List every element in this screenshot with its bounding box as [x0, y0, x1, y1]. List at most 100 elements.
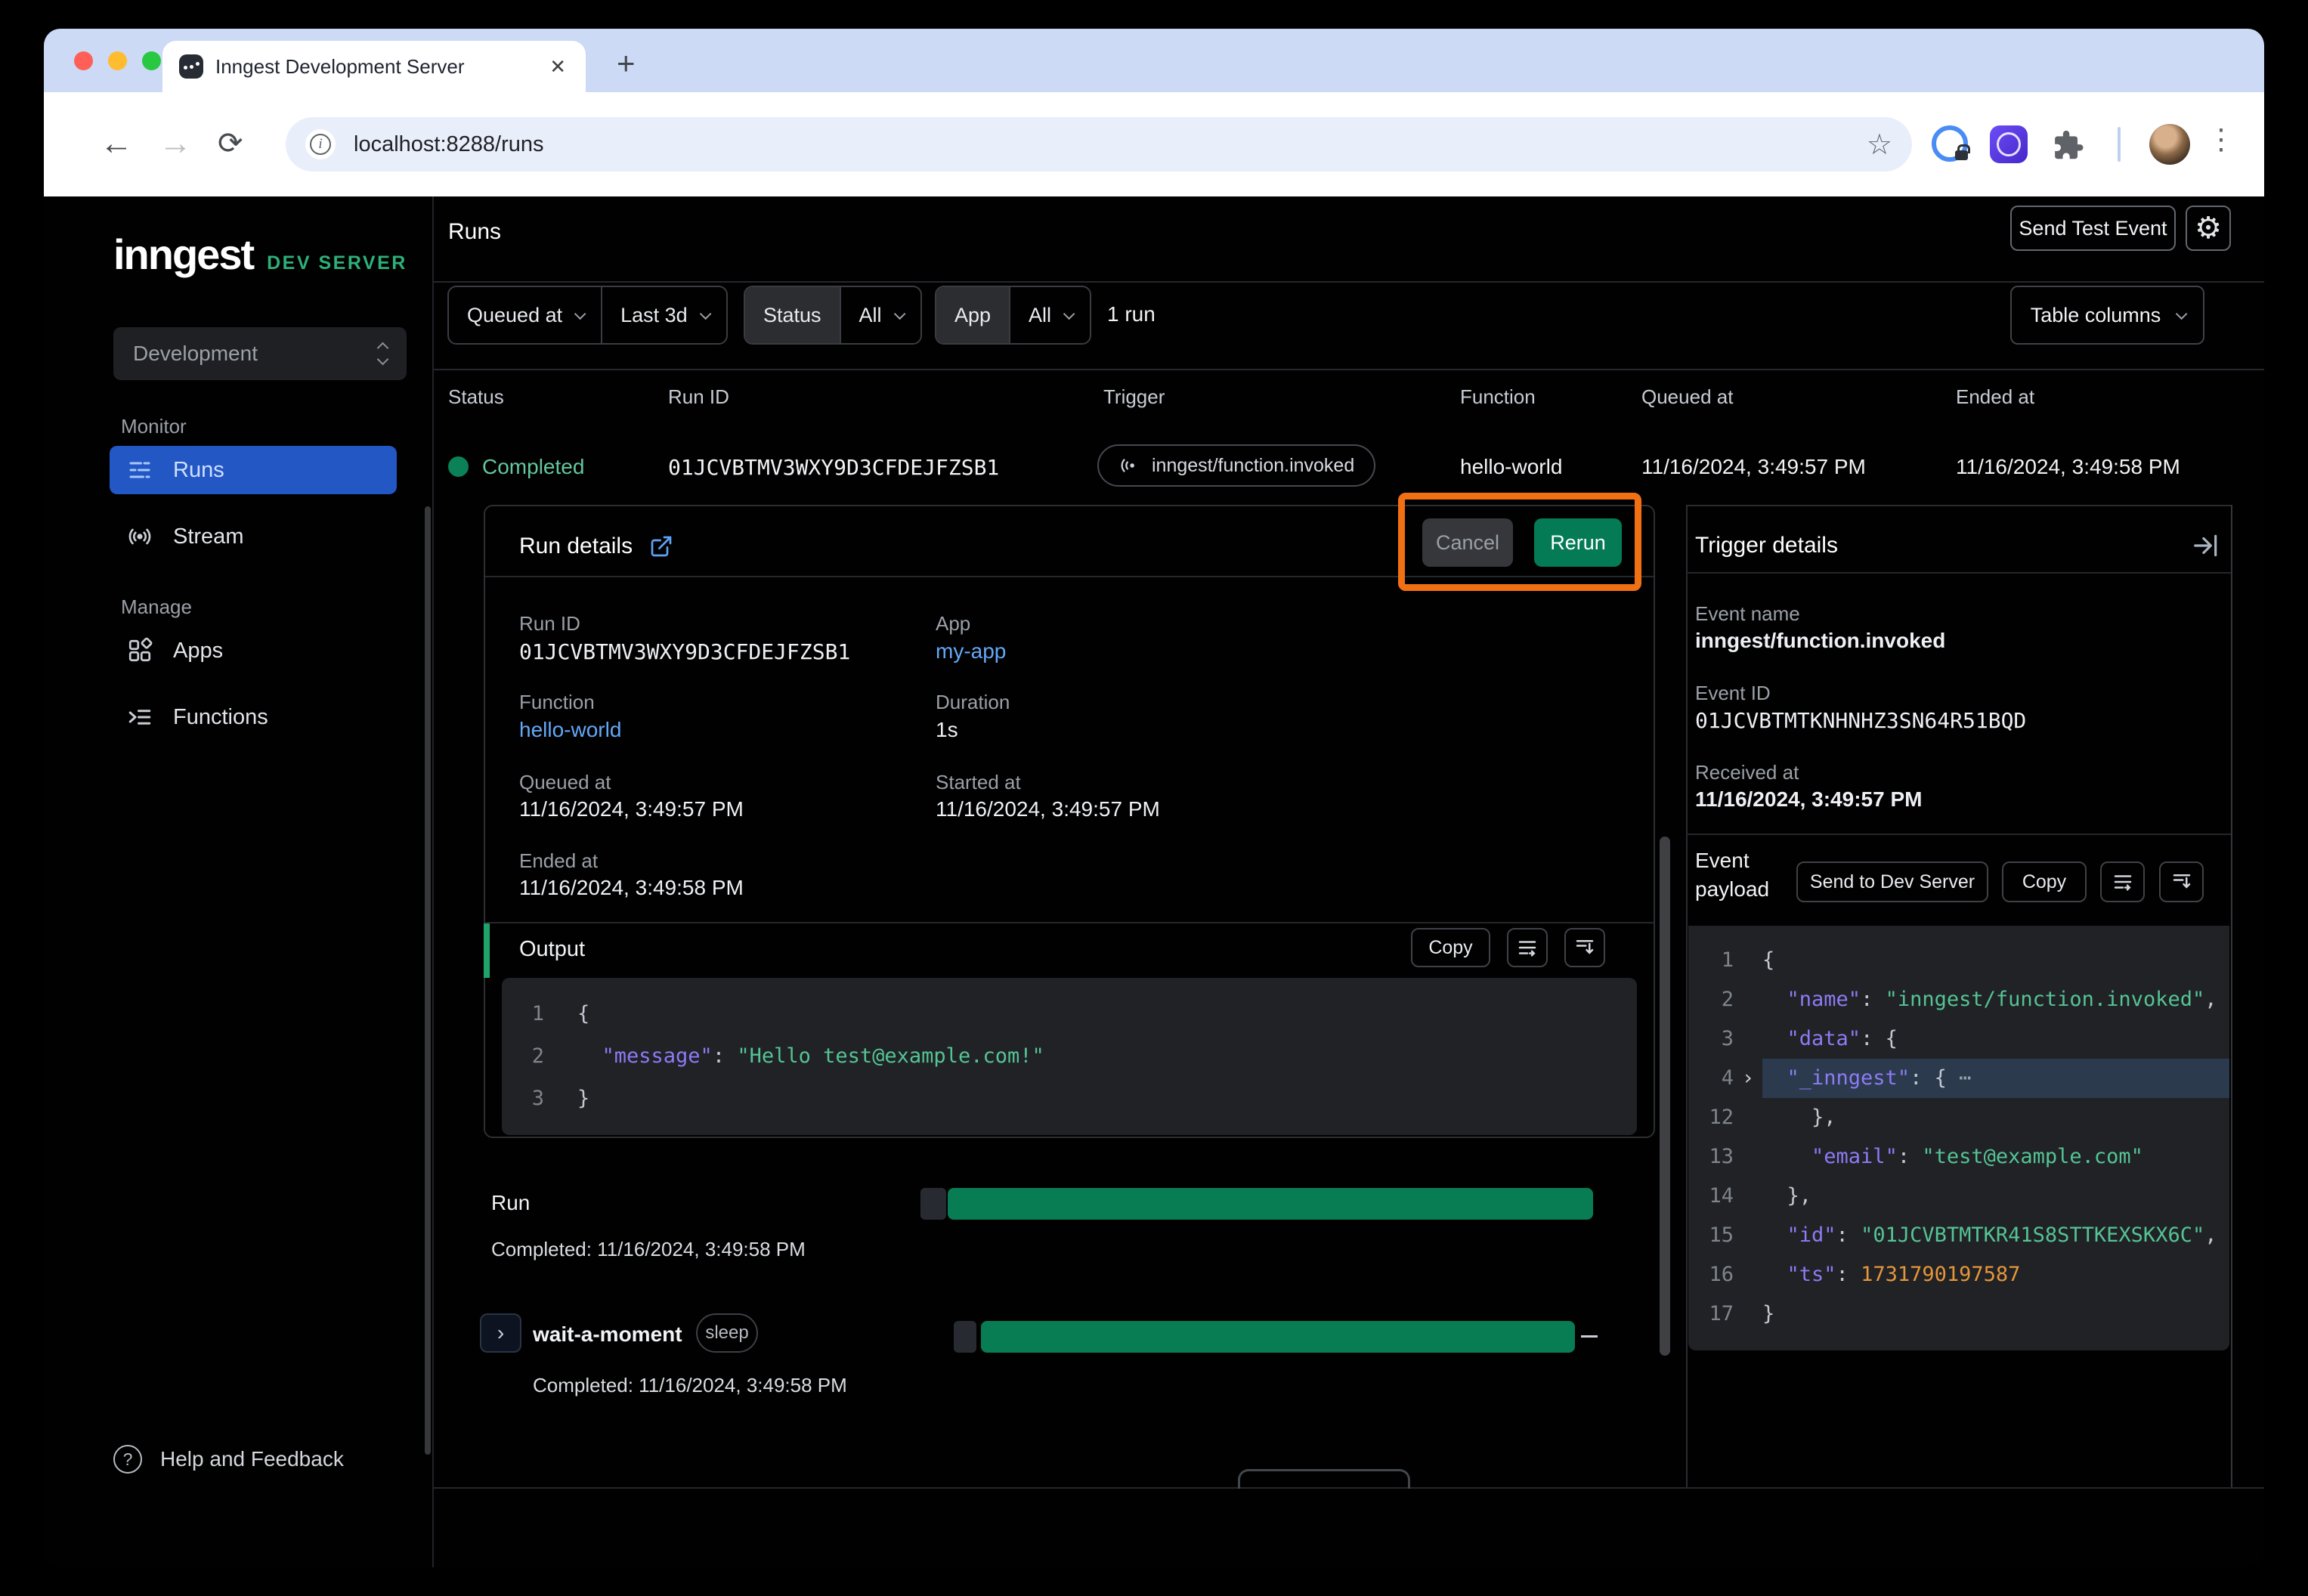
step-completed-text: Completed: 11/16/2024, 3:49:58 PM: [533, 1374, 847, 1397]
chevron-down-icon: [700, 308, 712, 320]
environment-select[interactable]: Development: [113, 327, 407, 380]
sidebar-section-manage: Manage: [121, 595, 432, 619]
chevron-down-icon: [1063, 308, 1075, 320]
run-bar-stub: [920, 1188, 946, 1220]
new-tab-button[interactable]: +: [617, 45, 636, 82]
profile-avatar[interactable]: [2149, 124, 2190, 165]
payload-divider: [1686, 834, 2231, 835]
queued-at-cell: 11/16/2024, 3:49:57 PM: [1641, 455, 1866, 479]
function-label: Function: [519, 691, 595, 714]
browser-tab[interactable]: Inngest Development Server ✕: [162, 41, 586, 92]
app-link[interactable]: my-app: [936, 639, 1006, 663]
main-content: Runs Send Test Event ⚙ Queued at Last 3d…: [434, 196, 2264, 1567]
password-manager-icon[interactable]: [1932, 125, 1968, 162]
run-id-cell: 01JCVBTMV3WXY9D3CFDEJFZSB1: [668, 455, 999, 480]
step-bar-stub: [954, 1321, 976, 1353]
run-completed-text: Completed: 11/16/2024, 3:49:58 PM: [491, 1238, 806, 1261]
received-at-label: Received at: [1695, 761, 1799, 784]
ended-at-value: 11/16/2024, 3:49:58 PM: [519, 876, 744, 900]
apps-icon: [126, 637, 153, 664]
help-and-feedback[interactable]: ? Help and Feedback: [113, 1445, 344, 1474]
panel-divider: [1686, 505, 1688, 1487]
started-at-value: 11/16/2024, 3:49:57 PM: [936, 797, 1160, 821]
chevron-down-icon: [893, 308, 905, 320]
sidebar-item-apps[interactable]: Apps: [110, 626, 397, 675]
run-details-panel: Run details Cancel Rerun Run ID 01JCVBTM…: [484, 505, 1655, 1138]
sidebar-scrollbar[interactable]: [425, 506, 431, 1455]
wrap-text-icon[interactable]: [1507, 928, 1548, 967]
trigger-pill[interactable]: inngest/function.invoked: [1097, 444, 1375, 487]
app-filter[interactable]: App All: [935, 286, 1091, 345]
partial-bottom-button[interactable]: [1238, 1469, 1410, 1489]
extension-icon[interactable]: [1990, 125, 2028, 163]
minimize-window-button[interactable]: [108, 51, 127, 70]
header-divider: [434, 281, 2264, 283]
inngest-favicon-icon: [179, 54, 203, 79]
sidebar-item-runs[interactable]: Runs: [110, 446, 397, 494]
refresh-icon[interactable]: ⟳: [218, 127, 243, 160]
bookmark-star-icon[interactable]: ☆: [1867, 128, 1892, 162]
queued-at-label: Queued at: [519, 771, 611, 794]
extensions-puzzle-icon[interactable]: [2050, 128, 2085, 163]
payload-scroll-to-bottom-icon[interactable]: [2159, 861, 2204, 902]
chevron-down-icon: [2176, 308, 2188, 320]
output-accent-bar: [484, 923, 490, 978]
step-name: wait-a-moment: [533, 1322, 682, 1347]
site-info-icon[interactable]: i: [305, 129, 336, 159]
send-to-dev-server-button[interactable]: Send to Dev Server: [1796, 861, 1988, 902]
run-id-value: 01JCVBTMV3WXY9D3CFDEJFZSB1: [519, 639, 850, 664]
status-filter-label: Status: [745, 287, 840, 343]
forward-icon[interactable]: →: [159, 127, 192, 160]
settings-gear-button[interactable]: ⚙: [2186, 206, 2231, 251]
step-timeline-bar[interactable]: [981, 1321, 1575, 1353]
back-icon[interactable]: ←: [100, 127, 133, 160]
sidebar: inngest DEV SERVER Development Monitor R…: [44, 196, 434, 1567]
ended-at-cell: 11/16/2024, 3:49:58 PM: [1956, 455, 2180, 479]
external-link-icon[interactable]: [649, 534, 673, 558]
status-filter[interactable]: Status All: [744, 286, 922, 345]
run-details-title: Run details: [519, 534, 673, 559]
expand-step-button[interactable]: ›: [480, 1313, 521, 1353]
run-timeline-bar[interactable]: [948, 1188, 1593, 1220]
dev-server-badge: DEV SERVER: [267, 252, 407, 274]
trigger-header-divider: [1686, 572, 2231, 574]
help-icon: ?: [113, 1445, 142, 1474]
function-link[interactable]: hello-world: [519, 718, 621, 742]
table-columns-button[interactable]: Table columns: [2010, 286, 2204, 345]
tab-strip: Inngest Development Server ✕ +: [44, 29, 2264, 92]
scroll-to-bottom-icon[interactable]: [1564, 928, 1605, 967]
event-trigger-icon: [1118, 454, 1141, 477]
url-text: localhost:8288/runs: [354, 132, 1849, 157]
event-name-value: inngest/function.invoked: [1695, 629, 1945, 653]
output-copy-button[interactable]: Copy: [1411, 928, 1490, 967]
output-title: Output: [519, 937, 585, 962]
close-window-button[interactable]: [74, 51, 93, 70]
received-at-value: 11/16/2024, 3:49:57 PM: [1695, 787, 1922, 812]
runs-icon: [126, 456, 153, 484]
payload-copy-button[interactable]: Copy: [2002, 861, 2087, 902]
table-row[interactable]: Completed 01JCVBTMV3WXY9D3CFDEJFZSB1 inn…: [434, 429, 2264, 505]
output-section: Output Copy 1{2 "message": "Hello test@e…: [485, 922, 1654, 923]
window-controls: [74, 51, 161, 70]
event-id-value: 01JCVBTMTKNHNHZ3SN64R51BQD: [1695, 708, 2026, 733]
address-bar[interactable]: i localhost:8288/runs ☆: [286, 117, 1912, 172]
sidebar-item-functions[interactable]: Functions: [110, 693, 397, 741]
step-kind-badge: sleep: [696, 1313, 758, 1353]
close-tab-icon[interactable]: ✕: [546, 55, 569, 79]
tab-title: Inngest Development Server: [215, 55, 534, 79]
zoom-window-button[interactable]: [142, 51, 161, 70]
sidebar-item-stream[interactable]: Stream: [110, 512, 397, 561]
inngest-app: inngest DEV SERVER Development Monitor R…: [44, 196, 2264, 1567]
collapse-panel-icon[interactable]: [2192, 531, 2220, 560]
browser-menu-icon[interactable]: ⋮: [2207, 122, 2235, 156]
send-test-event-button[interactable]: Send Test Event: [2010, 206, 2176, 251]
details-scrollbar[interactable]: [1660, 837, 1670, 1356]
browser-window: Inngest Development Server ✕ + ← → ⟳ i l…: [44, 29, 2264, 1567]
time-filter[interactable]: Queued at Last 3d: [447, 286, 728, 345]
page-title: Runs: [448, 219, 501, 245]
queued-at-value: 11/16/2024, 3:49:57 PM: [519, 797, 744, 821]
payload-wrap-text-icon[interactable]: [2100, 861, 2145, 902]
ended-at-label: Ended at: [519, 849, 598, 873]
trigger-panel-right-border: [2231, 505, 2232, 1487]
run-count: 1 run: [1107, 302, 1156, 326]
